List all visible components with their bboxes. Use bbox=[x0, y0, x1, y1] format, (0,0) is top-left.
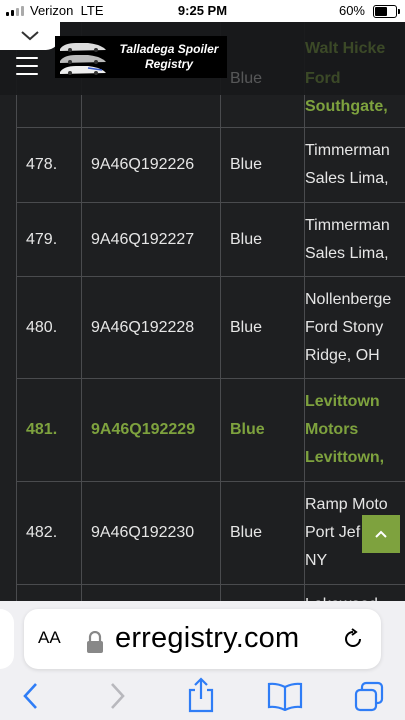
vin: 9A46Q192228 bbox=[91, 318, 195, 336]
row-number: 479. bbox=[26, 230, 58, 248]
reload-icon[interactable] bbox=[342, 628, 364, 650]
color: Blue bbox=[230, 524, 263, 541]
row-number: 482. bbox=[26, 524, 58, 541]
row-number: 481. bbox=[26, 421, 58, 438]
row-number: 480. bbox=[26, 318, 58, 336]
site-logo[interactable]: Talladega Spoiler Registry bbox=[55, 36, 227, 78]
vin: 9A46Q192226 bbox=[91, 156, 195, 173]
table-row: 478. 9A46Q192226 Blue Timmerman Sales Lim… bbox=[16, 128, 405, 203]
partial-color-text: Blue bbox=[230, 70, 263, 87]
registry-table: Southgate, 478. 9A46Q192226 Blue Timmerm… bbox=[16, 22, 405, 645]
address-bar[interactable]: AA erregistry.com bbox=[24, 609, 381, 669]
dealer: Timmerman Sales Lima, bbox=[304, 128, 405, 202]
tabs-icon[interactable] bbox=[353, 681, 385, 713]
dealer: Timmerman Sales Lima, bbox=[304, 203, 405, 276]
url-domain[interactable]: erregistry.com bbox=[115, 622, 299, 655]
table-row: 480. 9A46Q192228 Blue Nollenberge Ford St… bbox=[16, 277, 405, 379]
reader-settings-button[interactable]: AA bbox=[38, 628, 61, 648]
bookmarks-icon[interactable] bbox=[266, 681, 304, 711]
row-number: 478. bbox=[26, 156, 58, 173]
color: Blue bbox=[230, 421, 265, 438]
table-row: 482. 9A46Q192230 Blue Ramp Moto Port Jef N… bbox=[16, 482, 405, 585]
dealer-link[interactable]: Levittown Motors Levittown, bbox=[304, 379, 405, 481]
battery-icon bbox=[373, 5, 400, 18]
logo-text-line2: Registry bbox=[144, 57, 194, 71]
cars-logo-image bbox=[60, 43, 106, 75]
vin: 9A46Q192227 bbox=[91, 230, 195, 248]
logo-text-line1: Talladega Spoiler bbox=[119, 42, 219, 56]
browser-bottom-bar: AA erregistry.com bbox=[0, 601, 405, 720]
status-bar: Verizon LTE 9:25 PM 60% bbox=[0, 0, 405, 22]
partial-dealer-text: Ford bbox=[305, 70, 341, 87]
color: Blue bbox=[230, 156, 263, 173]
vin: 9A46Q192229 bbox=[91, 421, 196, 438]
color: Blue bbox=[230, 318, 263, 336]
hamburger-icon[interactable] bbox=[16, 57, 38, 81]
table-row: 479. 9A46Q192227 Blue Timmerman Sales Lim… bbox=[16, 203, 405, 277]
chevron-up-icon bbox=[375, 530, 387, 538]
dealer: Nollenberge Ford Stony Ridge, OH bbox=[304, 277, 405, 378]
browser-toolbar bbox=[0, 677, 405, 717]
table-row: 481. 9A46Q192229 Blue Levittown Motors Lev… bbox=[16, 379, 405, 482]
battery-percent: 60% bbox=[338, 3, 365, 18]
scroll-to-top-button[interactable] bbox=[362, 515, 400, 553]
site-header: Walt Hicke Blue Ford Talladega Spoiler Re… bbox=[0, 22, 405, 95]
forward-icon[interactable] bbox=[108, 681, 126, 711]
collapse-button[interactable] bbox=[0, 22, 60, 50]
color: Blue bbox=[230, 230, 263, 248]
share-icon[interactable] bbox=[186, 677, 216, 713]
partial-dealer-text: Walt Hicke bbox=[305, 40, 386, 57]
back-icon[interactable] bbox=[22, 681, 40, 711]
vin: 9A46Q192230 bbox=[91, 524, 195, 541]
chevron-down-icon bbox=[21, 31, 39, 41]
lock-icon bbox=[87, 631, 103, 653]
previous-tab-peek[interactable] bbox=[0, 609, 14, 669]
